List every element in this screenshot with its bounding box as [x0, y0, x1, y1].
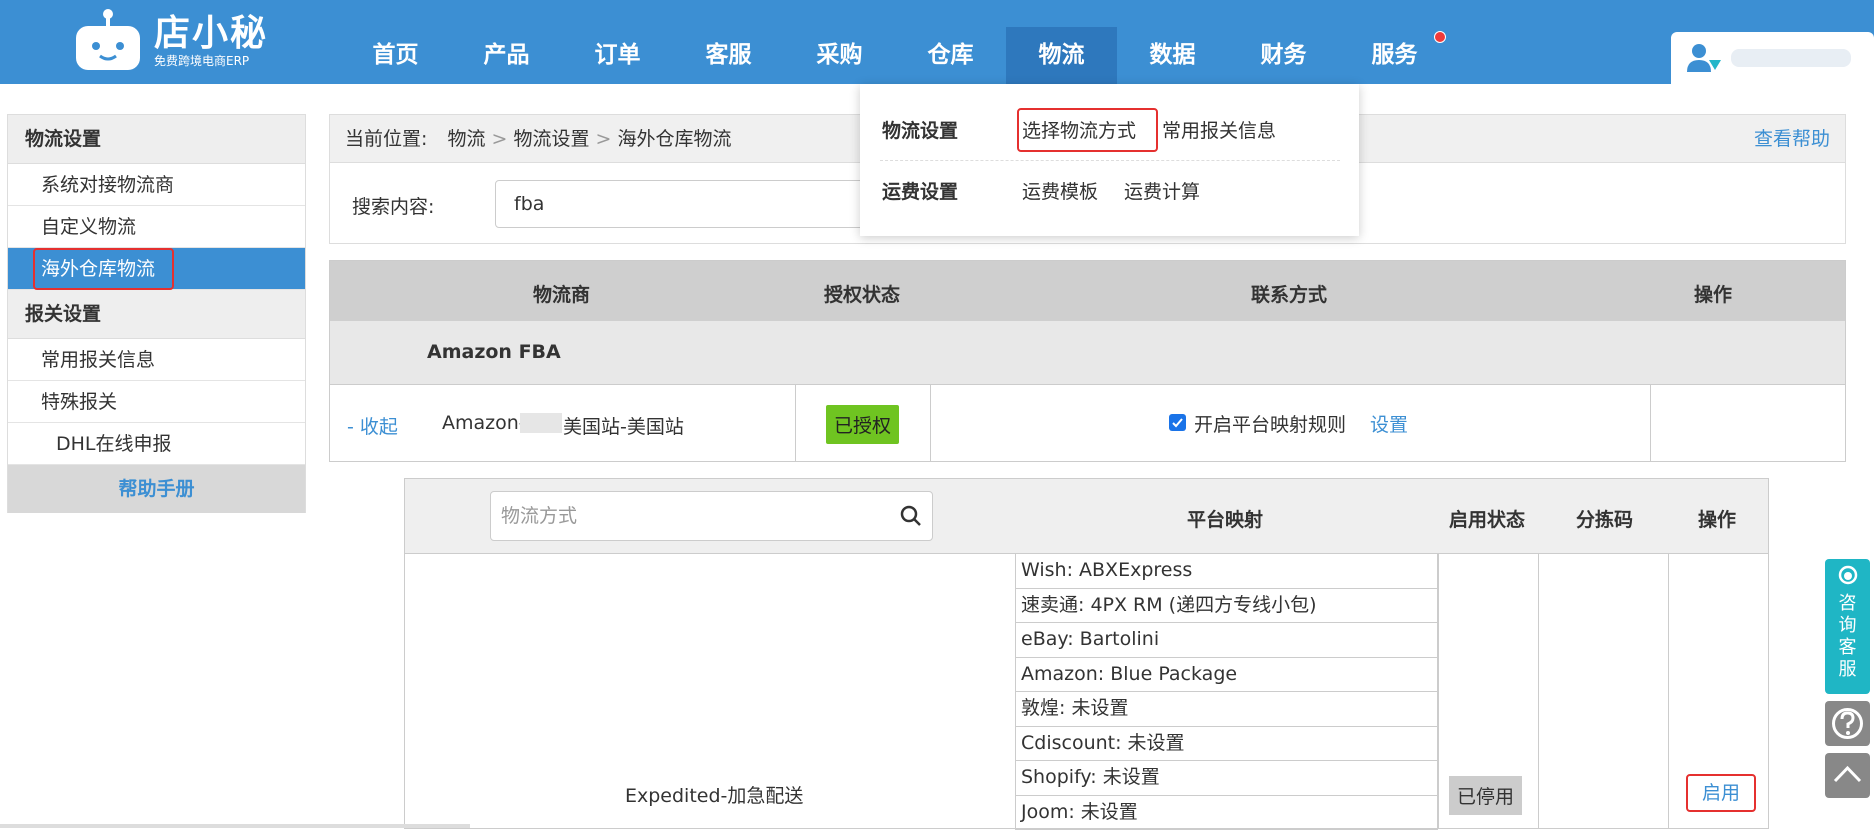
sidebar-section-logistics: 物流设置	[8, 115, 305, 164]
header-sort-code: 分拣码	[1576, 505, 1633, 532]
highlight-sidebar	[33, 248, 174, 290]
main-nav: 首页 产品 订单 客服 采购 仓库 物流 数据 财务 服务	[340, 27, 1450, 84]
method-search-input[interactable]: 物流方式	[490, 491, 933, 541]
mapping-aliexpress: 速卖通: 4PX RM (递四方专线小包)	[1015, 589, 1438, 624]
mapping-cdiscount: Cdiscount: 未设置	[1015, 727, 1438, 762]
logistics-dropdown: 物流设置 选择物流方式 常用报关信息 运费设置 运费模板 运费计算	[860, 84, 1359, 236]
sidebar-item-special-customs[interactable]: 特殊报关	[8, 381, 305, 423]
method-name: Expedited-加急配送	[625, 781, 803, 808]
nav-logistics[interactable]: 物流	[1006, 27, 1117, 84]
help-manual-button[interactable]: 帮助手册	[8, 465, 305, 513]
search-label: 搜索内容:	[352, 192, 434, 219]
nav-orders[interactable]: 订单	[562, 27, 673, 84]
headset-icon	[1835, 565, 1861, 589]
breadcrumb-logistics[interactable]: 物流	[447, 128, 485, 150]
nav-services-wrap[interactable]: 服务	[1339, 27, 1450, 84]
mapping-amazon: Amazon: Blue Package	[1015, 658, 1438, 693]
carrier-table: 物流商 授权状态 联系方式 操作 Amazon FBA - 收起 Amazon-…	[329, 260, 1846, 462]
nav-services: 服务	[1372, 42, 1418, 68]
sidebar: 物流设置 系统对接物流商 自定义物流 海外仓库物流 报关设置 常用报关信息 特殊…	[7, 114, 306, 513]
header-platform-mapping: 平台映射	[1187, 505, 1263, 532]
mapping-checkbox[interactable]	[1169, 414, 1186, 431]
breadcrumb-current: 海外仓库物流	[618, 128, 732, 150]
sidebar-item-dhl[interactable]: DHL在线申报	[8, 423, 305, 465]
dropdown-divider	[880, 160, 1340, 161]
nav-products[interactable]: 产品	[451, 27, 562, 84]
method-table-header: 物流方式 平台映射 启用状态 分拣码 操作	[405, 479, 1768, 554]
blurred-account	[520, 413, 562, 433]
disabled-status-badge: 已停用	[1449, 776, 1522, 815]
consult-label: 咨询客服	[1838, 593, 1858, 681]
nav-purchase[interactable]: 采购	[784, 27, 895, 84]
view-help-link[interactable]: 查看帮助	[1754, 115, 1830, 164]
method-table: 物流方式 平台映射 启用状态 分拣码 操作 Expedited-加急配送 Wis…	[404, 478, 1769, 829]
carrier-name-prefix: Amazon-	[442, 412, 526, 434]
robot-icon	[72, 8, 144, 74]
header-operation: 操作	[1698, 505, 1736, 532]
back-to-top-button[interactable]	[1825, 753, 1870, 798]
header-carrier: 物流商	[533, 280, 590, 307]
logo-subtitle: 免费跨境电商ERP	[154, 54, 268, 68]
carrier-row: - 收起 Amazon- 美国站-美国站 已授权 开启平台映射规则 设置	[330, 385, 1845, 461]
help-float-button[interactable]	[1825, 701, 1870, 746]
divider	[930, 385, 931, 461]
mapping-shopify: Shopify: 未设置	[1015, 761, 1438, 796]
mapping-ebay: eBay: Bartolini	[1015, 623, 1438, 658]
divider	[1650, 385, 1651, 461]
divider	[1668, 554, 1669, 828]
top-bar: 店小秘 免费跨境电商ERP 首页 产品 订单 客服 采购 仓库 物流 数据 财务…	[0, 0, 1874, 84]
user-box[interactable]	[1671, 32, 1874, 84]
header-auth-status: 授权状态	[824, 280, 900, 307]
nav-data[interactable]: 数据	[1117, 27, 1228, 84]
divider	[1538, 554, 1539, 828]
nav-home[interactable]: 首页	[340, 27, 451, 84]
notification-dot	[1434, 31, 1446, 43]
dropdown-freight-calc[interactable]: 运费计算	[1124, 177, 1200, 204]
sidebar-item-system-carriers[interactable]: 系统对接物流商	[8, 164, 305, 206]
carrier-table-header: 物流商 授权状态 联系方式 操作	[330, 261, 1845, 321]
collapse-link[interactable]: - 收起	[347, 412, 398, 439]
logo-name: 店小秘	[154, 14, 268, 54]
header-contact: 联系方式	[1251, 280, 1327, 307]
dropdown-freight-template[interactable]: 运费模板	[1022, 177, 1098, 204]
enable-button[interactable]: 启用	[1686, 774, 1756, 812]
username-blurred	[1731, 49, 1851, 67]
breadcrumb-settings[interactable]: 物流设置	[513, 128, 589, 150]
highlight-select-method	[1017, 108, 1158, 152]
nav-warehouse[interactable]: 仓库	[895, 27, 1006, 84]
divider	[795, 385, 796, 461]
sidebar-item-custom-logistics[interactable]: 自定义物流	[8, 206, 305, 248]
dropdown-heading-logistics: 物流设置	[882, 116, 1022, 143]
consult-service-button[interactable]: 咨询客服	[1825, 559, 1870, 694]
method-search-placeholder: 物流方式	[501, 505, 577, 527]
sidebar-section-customs: 报关设置	[8, 290, 305, 339]
breadcrumb-label: 当前位置:	[345, 128, 427, 150]
group-row: Amazon FBA	[330, 321, 1845, 385]
mapping-wish: Wish: ABXExpress	[1015, 554, 1438, 589]
dropdown-heading-freight: 运费设置	[882, 177, 1022, 204]
question-icon	[1825, 701, 1870, 746]
divider	[1438, 554, 1439, 828]
user-icon	[1685, 42, 1725, 74]
search-icon[interactable]	[900, 505, 922, 527]
mapping-label: 开启平台映射规则	[1194, 410, 1346, 437]
group-amazon-fba: Amazon FBA	[427, 341, 561, 363]
platform-mapping-list: Wish: ABXExpress 速卖通: 4PX RM (递四方专线小包) e…	[1015, 554, 1438, 830]
chevron-up-icon	[1825, 753, 1870, 798]
nav-service[interactable]: 客服	[673, 27, 784, 84]
auth-badge: 已授权	[826, 405, 899, 444]
nav-finance[interactable]: 财务	[1228, 27, 1339, 84]
mapping-joom: Joom: 未设置	[1015, 796, 1438, 830]
mapping-dhgate: 敦煌: 未设置	[1015, 692, 1438, 727]
header-enable-status: 启用状态	[1449, 505, 1525, 532]
settings-link[interactable]: 设置	[1370, 410, 1408, 437]
horizontal-scrollbar[interactable]	[0, 824, 470, 828]
carrier-name-suffix: 美国站-美国站	[563, 412, 684, 439]
header-action: 操作	[1694, 280, 1732, 307]
dropdown-customs-info[interactable]: 常用报关信息	[1162, 116, 1276, 143]
sidebar-item-customs-info[interactable]: 常用报关信息	[8, 339, 305, 381]
logo[interactable]: 店小秘 免费跨境电商ERP	[72, 6, 268, 76]
